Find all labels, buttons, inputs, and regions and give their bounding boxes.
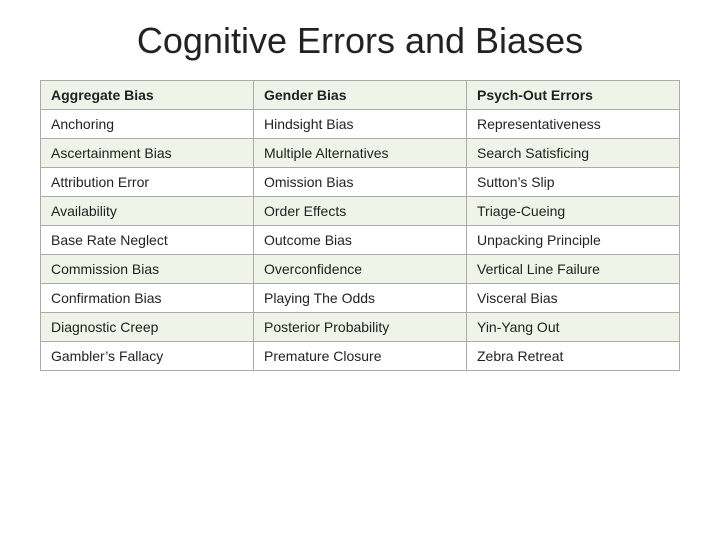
table-cell: Base Rate Neglect [41,226,254,255]
table-row: Diagnostic CreepPosterior ProbabilityYin… [41,313,680,342]
table-cell: Outcome Bias [254,226,467,255]
page-title: Cognitive Errors and Biases [137,20,583,62]
table-cell: Visceral Bias [467,284,680,313]
table-cell: Availability [41,197,254,226]
table-row: Gambler’s FallacyPremature ClosureZebra … [41,342,680,371]
table-row: AnchoringHindsight BiasRepresentativenes… [41,110,680,139]
table-cell: Hindsight Bias [254,110,467,139]
table-cell: Overconfidence [254,255,467,284]
table-cell: Posterior Probability [254,313,467,342]
table-cell: Gender Bias [254,81,467,110]
table-cell: Sutton’s Slip [467,168,680,197]
table-cell: Search Satisficing [467,139,680,168]
table-cell: Yin-Yang Out [467,313,680,342]
table-cell: Aggregate Bias [41,81,254,110]
table-cell: Confirmation Bias [41,284,254,313]
table-cell: Omission Bias [254,168,467,197]
table-row: Ascertainment BiasMultiple AlternativesS… [41,139,680,168]
table-cell: Unpacking Principle [467,226,680,255]
biases-table: Aggregate BiasGender BiasPsych-Out Error… [40,80,680,371]
table-row: Aggregate BiasGender BiasPsych-Out Error… [41,81,680,110]
table-cell: Vertical Line Failure [467,255,680,284]
table-cell: Playing The Odds [254,284,467,313]
table-row: AvailabilityOrder EffectsTriage-Cueing [41,197,680,226]
table-cell: Attribution Error [41,168,254,197]
table-cell: Representativeness [467,110,680,139]
table-cell: Commission Bias [41,255,254,284]
table-cell: Ascertainment Bias [41,139,254,168]
table-cell: Multiple Alternatives [254,139,467,168]
table-cell: Triage-Cueing [467,197,680,226]
table-cell: Anchoring [41,110,254,139]
table-row: Base Rate NeglectOutcome BiasUnpacking P… [41,226,680,255]
table-cell: Diagnostic Creep [41,313,254,342]
table-cell: Psych-Out Errors [467,81,680,110]
table-cell: Premature Closure [254,342,467,371]
table-row: Attribution ErrorOmission BiasSutton’s S… [41,168,680,197]
table-cell: Order Effects [254,197,467,226]
table-cell: Gambler’s Fallacy [41,342,254,371]
table-row: Confirmation BiasPlaying The OddsViscera… [41,284,680,313]
table-cell: Zebra Retreat [467,342,680,371]
table-row: Commission BiasOverconfidenceVertical Li… [41,255,680,284]
